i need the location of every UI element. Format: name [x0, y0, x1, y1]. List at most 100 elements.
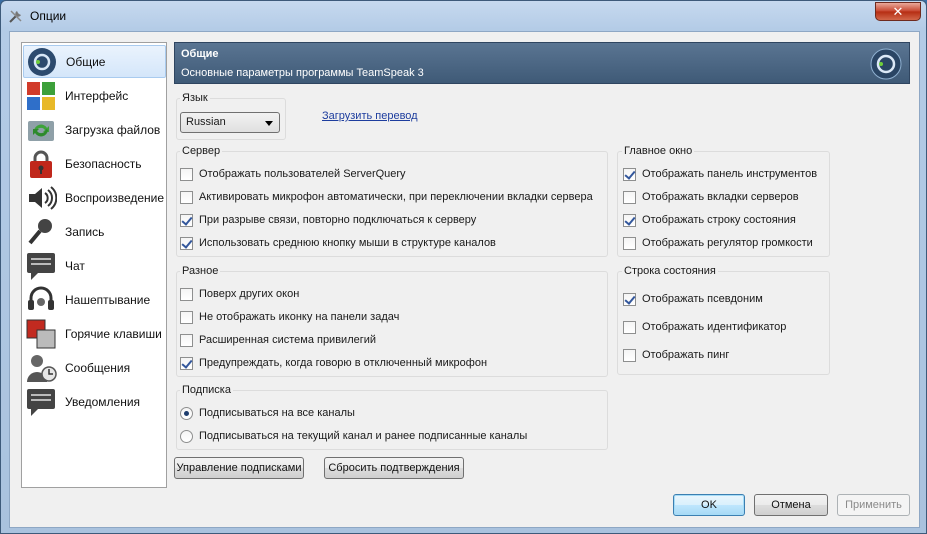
- hotkeys-icon: [26, 319, 56, 348]
- interface-tiles-icon: [27, 81, 55, 110]
- sidebar-item-capture[interactable]: Запись: [23, 215, 166, 248]
- title-bar[interactable]: Опции ✕: [1, 1, 926, 31]
- sidebar-item-label: Горячие клавиши: [65, 326, 162, 341]
- language-group-title: Язык: [180, 92, 210, 104]
- misc-option-advanced-permissions[interactable]: Расширенная система привилегий: [180, 332, 376, 348]
- apply-button[interactable]: Применить: [837, 494, 910, 516]
- checkbox[interactable]: [623, 320, 636, 334]
- sidebar-item-chat[interactable]: Чат: [23, 249, 166, 282]
- checkbox[interactable]: [180, 190, 193, 204]
- checkbox[interactable]: [180, 236, 193, 250]
- checkbox[interactable]: [180, 310, 193, 324]
- checkbox[interactable]: [180, 287, 193, 301]
- sidebar-item-label: Загрузка файлов: [65, 122, 161, 137]
- misc-option-on-top[interactable]: Поверх других окон: [180, 286, 299, 302]
- ok-button[interactable]: OK: [673, 494, 745, 516]
- page-header: Общие Основные параметры программы TeamS…: [174, 42, 910, 84]
- subscription-option-all[interactable]: Подписываться на все каналы: [180, 405, 355, 421]
- sidebar-item-general[interactable]: Общие: [23, 45, 166, 78]
- sidebar-item-label: Нашептывание: [65, 292, 151, 307]
- cancel-button[interactable]: Отмена: [754, 494, 828, 516]
- checkbox[interactable]: [180, 167, 193, 181]
- sidebar-item-messages[interactable]: Сообщения: [23, 351, 166, 384]
- messages-icon: [27, 354, 57, 382]
- sidebar-item-label: Запись: [65, 224, 105, 239]
- server-group-title: Сервер: [180, 145, 223, 157]
- page-title: Общие: [181, 48, 219, 60]
- server-option-middle-click[interactable]: Использовать среднюю кнопку мыши в струк…: [180, 235, 496, 251]
- server-option-serverquery[interactable]: Отображать пользователей ServerQuery: [180, 166, 406, 182]
- main-window-group-title: Главное окно: [622, 145, 695, 157]
- sidebar-item-label: Интерфейс: [65, 88, 129, 103]
- sidebar: Общие Интерфейс Загрузка файлов Безопасн…: [21, 42, 167, 488]
- page-subtitle: Основные параметры программы TeamSpeak 3: [181, 67, 424, 79]
- sidebar-item-label: Воспроизведение: [65, 190, 165, 205]
- tools-icon: [9, 10, 22, 23]
- checkbox[interactable]: [180, 213, 193, 227]
- file-transfer-icon: [28, 120, 54, 141]
- options-window: Опции ✕ Общие Интерфейс Загрузка файлов …: [0, 0, 927, 534]
- radio-label: Подписываться на текущий канал и ранее п…: [199, 430, 528, 442]
- sidebar-item-hotkeys[interactable]: Горячие клавиши: [23, 317, 166, 350]
- reset-confirmations-button[interactable]: Сбросить подтверждения: [324, 457, 464, 479]
- status-bar-option-identity[interactable]: Отображать идентификатор: [623, 319, 786, 335]
- language-select-value: Russian: [186, 116, 226, 128]
- main-window-option-status-bar[interactable]: Отображать строку состояния: [623, 212, 796, 228]
- checkbox-label: Отображать вкладки серверов: [642, 191, 799, 203]
- sidebar-item-label: Безопасность: [65, 156, 142, 171]
- subscription-option-current[interactable]: Подписываться на текущий канал и ранее п…: [180, 428, 527, 444]
- status-bar-option-ping[interactable]: Отображать пинг: [623, 347, 729, 363]
- checkbox-label: Активировать микрофон автоматически, при…: [199, 191, 593, 203]
- checkbox[interactable]: [180, 356, 193, 370]
- sidebar-item-whisper[interactable]: Нашептывание: [23, 283, 166, 316]
- sidebar-item-notifications[interactable]: Уведомления: [23, 385, 166, 418]
- manage-subscriptions-button[interactable]: Управление подписками: [174, 457, 304, 479]
- checkbox[interactable]: [623, 236, 636, 250]
- checkbox-label: Не отображать иконку на панели задач: [199, 311, 400, 323]
- close-button[interactable]: ✕: [875, 2, 921, 21]
- sidebar-item-file-transfer[interactable]: Загрузка файлов: [23, 113, 166, 146]
- main-window-option-server-tabs[interactable]: Отображать вкладки серверов: [623, 189, 799, 205]
- checkbox-label: Использовать среднюю кнопку мыши в струк…: [199, 237, 496, 249]
- checkbox-label: Отображать регулятор громкости: [642, 237, 813, 249]
- radio-label: Подписываться на все каналы: [199, 407, 355, 419]
- headset-icon: [28, 286, 54, 310]
- radio-button[interactable]: [180, 429, 193, 443]
- speaker-icon: [29, 185, 57, 210]
- checkbox[interactable]: [623, 292, 636, 306]
- teamspeak-logo-icon: [28, 47, 56, 76]
- window-title: Опции: [30, 9, 67, 23]
- teamspeak-logo-icon: [870, 48, 902, 80]
- status-bar-option-nickname[interactable]: Отображать псевдоним: [623, 291, 763, 307]
- download-translation-link[interactable]: Загрузить перевод: [322, 110, 418, 122]
- sidebar-item-label: Общие: [66, 54, 106, 69]
- main-window-option-volume[interactable]: Отображать регулятор громкости: [623, 235, 813, 251]
- misc-group-title: Разное: [180, 265, 221, 277]
- misc-option-muted-warning[interactable]: Предупреждать, когда говорю в отключенны…: [180, 355, 487, 371]
- checkbox[interactable]: [623, 190, 636, 204]
- checkbox[interactable]: [623, 348, 636, 362]
- chat-bubble-icon: [27, 252, 55, 280]
- checkbox[interactable]: [623, 213, 636, 227]
- sidebar-item-playback[interactable]: Воспроизведение: [23, 181, 166, 214]
- microphone-icon: [28, 218, 52, 244]
- sidebar-item-label: Уведомления: [65, 394, 141, 409]
- misc-option-hide-taskbar[interactable]: Не отображать иконку на панели задач: [180, 309, 399, 325]
- sidebar-item-interface[interactable]: Интерфейс: [23, 79, 166, 112]
- sidebar-item-security[interactable]: Безопасность: [23, 147, 166, 180]
- client-area: Общие Интерфейс Загрузка файлов Безопасн…: [9, 31, 920, 528]
- checkbox[interactable]: [180, 333, 193, 347]
- server-option-reconnect[interactable]: При разрыве связи, повторно подключаться…: [180, 212, 476, 228]
- sidebar-item-label: Сообщения: [65, 360, 131, 375]
- status-bar-group-title: Строка состояния: [622, 265, 718, 277]
- security-lock-icon: [30, 150, 52, 178]
- main-window-option-toolbar[interactable]: Отображать панель инструментов: [623, 166, 817, 182]
- server-option-auto-mic[interactable]: Активировать микрофон автоматически, при…: [180, 189, 593, 205]
- radio-button[interactable]: [180, 406, 193, 420]
- checkbox-label: При разрыве связи, повторно подключаться…: [199, 214, 477, 226]
- checkbox-label: Отображать псевдоним: [642, 293, 763, 305]
- language-select[interactable]: Russian: [180, 112, 280, 133]
- notifications-icon: [27, 388, 55, 416]
- checkbox[interactable]: [623, 167, 636, 181]
- checkbox-label: Отображать панель инструментов: [642, 168, 818, 180]
